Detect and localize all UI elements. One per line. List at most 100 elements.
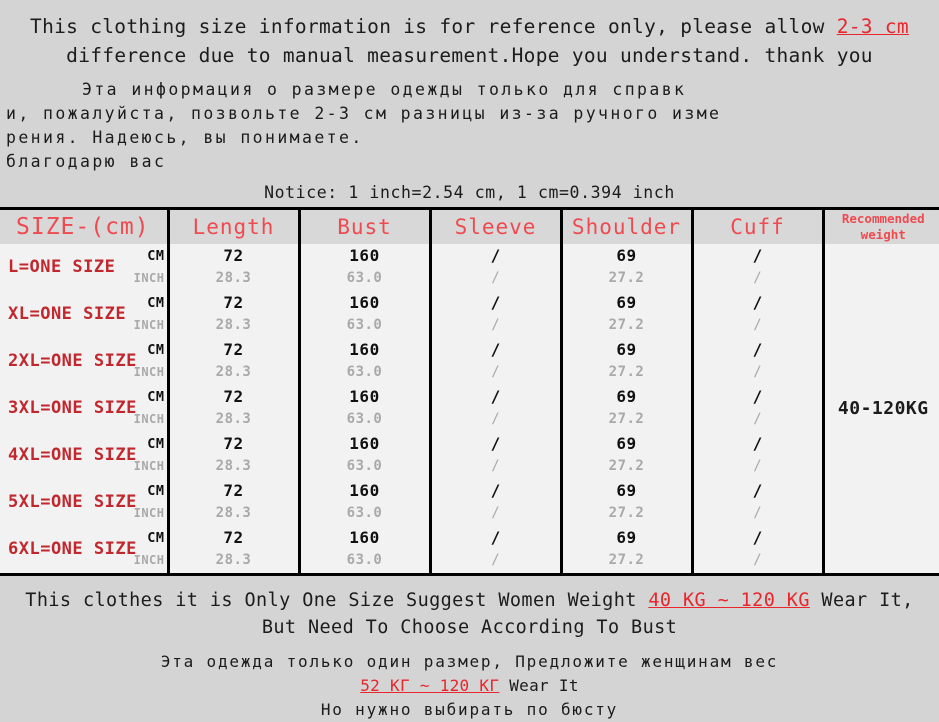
size-label: L=ONE SIZE xyxy=(8,257,115,277)
shoulder-cm-value: 69 xyxy=(563,527,691,549)
length-cm-value: 72 xyxy=(170,480,298,502)
bust-inch-value: 63.0 xyxy=(301,502,429,524)
cuff-cell: / / xyxy=(692,432,823,479)
cuff-cell: / / xyxy=(692,291,823,338)
size-name-cell: 5XL=ONE SIZE CM INCH xyxy=(0,479,168,526)
intro-en-text-before: This clothing size information is for re… xyxy=(30,15,837,38)
sleeve-cell: / / xyxy=(430,385,561,432)
shoulder-inch-value: 27.2 xyxy=(563,314,691,336)
shoulder-cm-value: 69 xyxy=(563,386,691,408)
sleeve-cm-value: / xyxy=(432,292,560,314)
sleeve-inch-value: / xyxy=(432,455,560,477)
bust-cell: 160 63.0 xyxy=(299,291,430,338)
shoulder-cell: 69 27.2 xyxy=(561,338,692,385)
footer-ru-line-2: 52 КГ ~ 120 КГ Wear It xyxy=(0,674,939,698)
shoulder-cm-value: 69 xyxy=(563,480,691,502)
sleeve-inch-value: / xyxy=(432,314,560,336)
size-label: 2XL=ONE SIZE xyxy=(8,351,137,371)
cuff-cm-value: / xyxy=(694,527,822,549)
unit-labels: CM INCH xyxy=(134,526,165,573)
size-table-header: SIZE-(cm) Length Bust Sleeve Shoulder Cu… xyxy=(0,209,939,244)
shoulder-cm-value: 69 xyxy=(563,245,691,267)
bust-cell: 160 63.0 xyxy=(299,432,430,479)
size-name-cell: 2XL=ONE SIZE CM INCH xyxy=(0,338,168,385)
shoulder-cell: 69 27.2 xyxy=(561,526,692,575)
footer-russian: Эта одежда только один размер, Предложит… xyxy=(0,641,939,722)
unit-labels: CM INCH xyxy=(134,338,165,385)
size-label: 5XL=ONE SIZE xyxy=(8,492,137,512)
bust-cm-value: 160 xyxy=(301,527,429,549)
intro-en-tolerance-highlight: 2-3 cm xyxy=(837,15,909,38)
shoulder-cm-value: 69 xyxy=(563,292,691,314)
shoulder-cm-value: 69 xyxy=(563,339,691,361)
unit-conversion-notice: Notice: 1 inch=2.54 cm, 1 cm=0.394 inch xyxy=(0,174,939,207)
column-header-shoulder: Shoulder xyxy=(561,209,692,244)
bust-cell: 160 63.0 xyxy=(299,479,430,526)
size-table-body: L=ONE SIZE CM INCH 72 28.3 160 63.0 xyxy=(0,244,939,575)
length-cell: 72 28.3 xyxy=(168,432,299,479)
column-header-cuff: Cuff xyxy=(692,209,823,244)
bust-cm-value: 160 xyxy=(301,292,429,314)
unit-labels: CM INCH xyxy=(134,479,165,526)
length-inch-value: 28.3 xyxy=(170,314,298,336)
table-row: XL=ONE SIZE CM INCH 72 28.3 160 63.0 xyxy=(0,291,939,338)
sleeve-cell: / / xyxy=(430,432,561,479)
cuff-inch-value: / xyxy=(694,361,822,383)
cuff-cell: / / xyxy=(692,244,823,291)
cuff-cell: / / xyxy=(692,479,823,526)
sleeve-inch-value: / xyxy=(432,267,560,289)
footer-english: This clothes it is Only One Size Suggest… xyxy=(0,576,939,641)
cuff-inch-value: / xyxy=(694,549,822,571)
size-name-cell: 6XL=ONE SIZE CM INCH xyxy=(0,526,168,575)
size-label: 6XL=ONE SIZE xyxy=(8,539,137,559)
cuff-cm-value: / xyxy=(694,386,822,408)
shoulder-cm-value: 69 xyxy=(563,433,691,455)
unit-labels: CM INCH xyxy=(134,432,165,479)
weight-header-line-2: weight xyxy=(825,227,939,243)
shoulder-inch-value: 27.2 xyxy=(563,502,691,524)
length-cell: 72 28.3 xyxy=(168,338,299,385)
shoulder-inch-value: 27.2 xyxy=(563,455,691,477)
cuff-inch-value: / xyxy=(694,502,822,524)
bust-cell: 160 63.0 xyxy=(299,338,430,385)
size-table: SIZE-(cm) Length Bust Sleeve Shoulder Cu… xyxy=(0,207,939,576)
sleeve-cm-value: / xyxy=(432,527,560,549)
cuff-cm-value: / xyxy=(694,292,822,314)
footer-en-line-1: This clothes it is Only One Size Suggest… xyxy=(0,587,939,614)
size-label: 4XL=ONE SIZE xyxy=(8,445,137,465)
unit-inch-label: INCH xyxy=(134,549,165,571)
intro-ru-line-1: Эта информация о размере одежды только д… xyxy=(6,78,933,102)
sleeve-cell: / / xyxy=(430,244,561,291)
unit-inch-label: INCH xyxy=(134,455,165,477)
size-name-cell: 4XL=ONE SIZE CM INCH xyxy=(0,432,168,479)
footer-en-line-2: But Need To Choose According To Bust xyxy=(0,614,939,641)
length-cell: 72 28.3 xyxy=(168,526,299,575)
bust-inch-value: 63.0 xyxy=(301,267,429,289)
shoulder-inch-value: 27.2 xyxy=(563,361,691,383)
cuff-inch-value: / xyxy=(694,267,822,289)
sleeve-cm-value: / xyxy=(432,386,560,408)
bust-cell: 160 63.0 xyxy=(299,385,430,432)
bust-inch-value: 63.0 xyxy=(301,314,429,336)
size-name-cell: 3XL=ONE SIZE CM INCH xyxy=(0,385,168,432)
cuff-inch-value: / xyxy=(694,314,822,336)
bust-inch-value: 63.0 xyxy=(301,408,429,430)
length-cm-value: 72 xyxy=(170,433,298,455)
shoulder-cell: 69 27.2 xyxy=(561,432,692,479)
bust-cm-value: 160 xyxy=(301,386,429,408)
sleeve-cell: / / xyxy=(430,291,561,338)
table-row: L=ONE SIZE CM INCH 72 28.3 160 63.0 xyxy=(0,244,939,291)
length-cm-value: 72 xyxy=(170,386,298,408)
length-inch-value: 28.3 xyxy=(170,267,298,289)
sleeve-cm-value: / xyxy=(432,339,560,361)
footer-en-text-after: Wear It, xyxy=(810,590,914,611)
length-inch-value: 28.3 xyxy=(170,549,298,571)
length-cm-value: 72 xyxy=(170,245,298,267)
bust-cm-value: 160 xyxy=(301,339,429,361)
shoulder-inch-value: 27.2 xyxy=(563,549,691,571)
cuff-cm-value: / xyxy=(694,245,822,267)
sleeve-inch-value: / xyxy=(432,408,560,430)
footer-ru-line-1: Эта одежда только один размер, Предложит… xyxy=(0,650,939,674)
unit-labels: CM INCH xyxy=(134,291,165,338)
length-cm-value: 72 xyxy=(170,292,298,314)
